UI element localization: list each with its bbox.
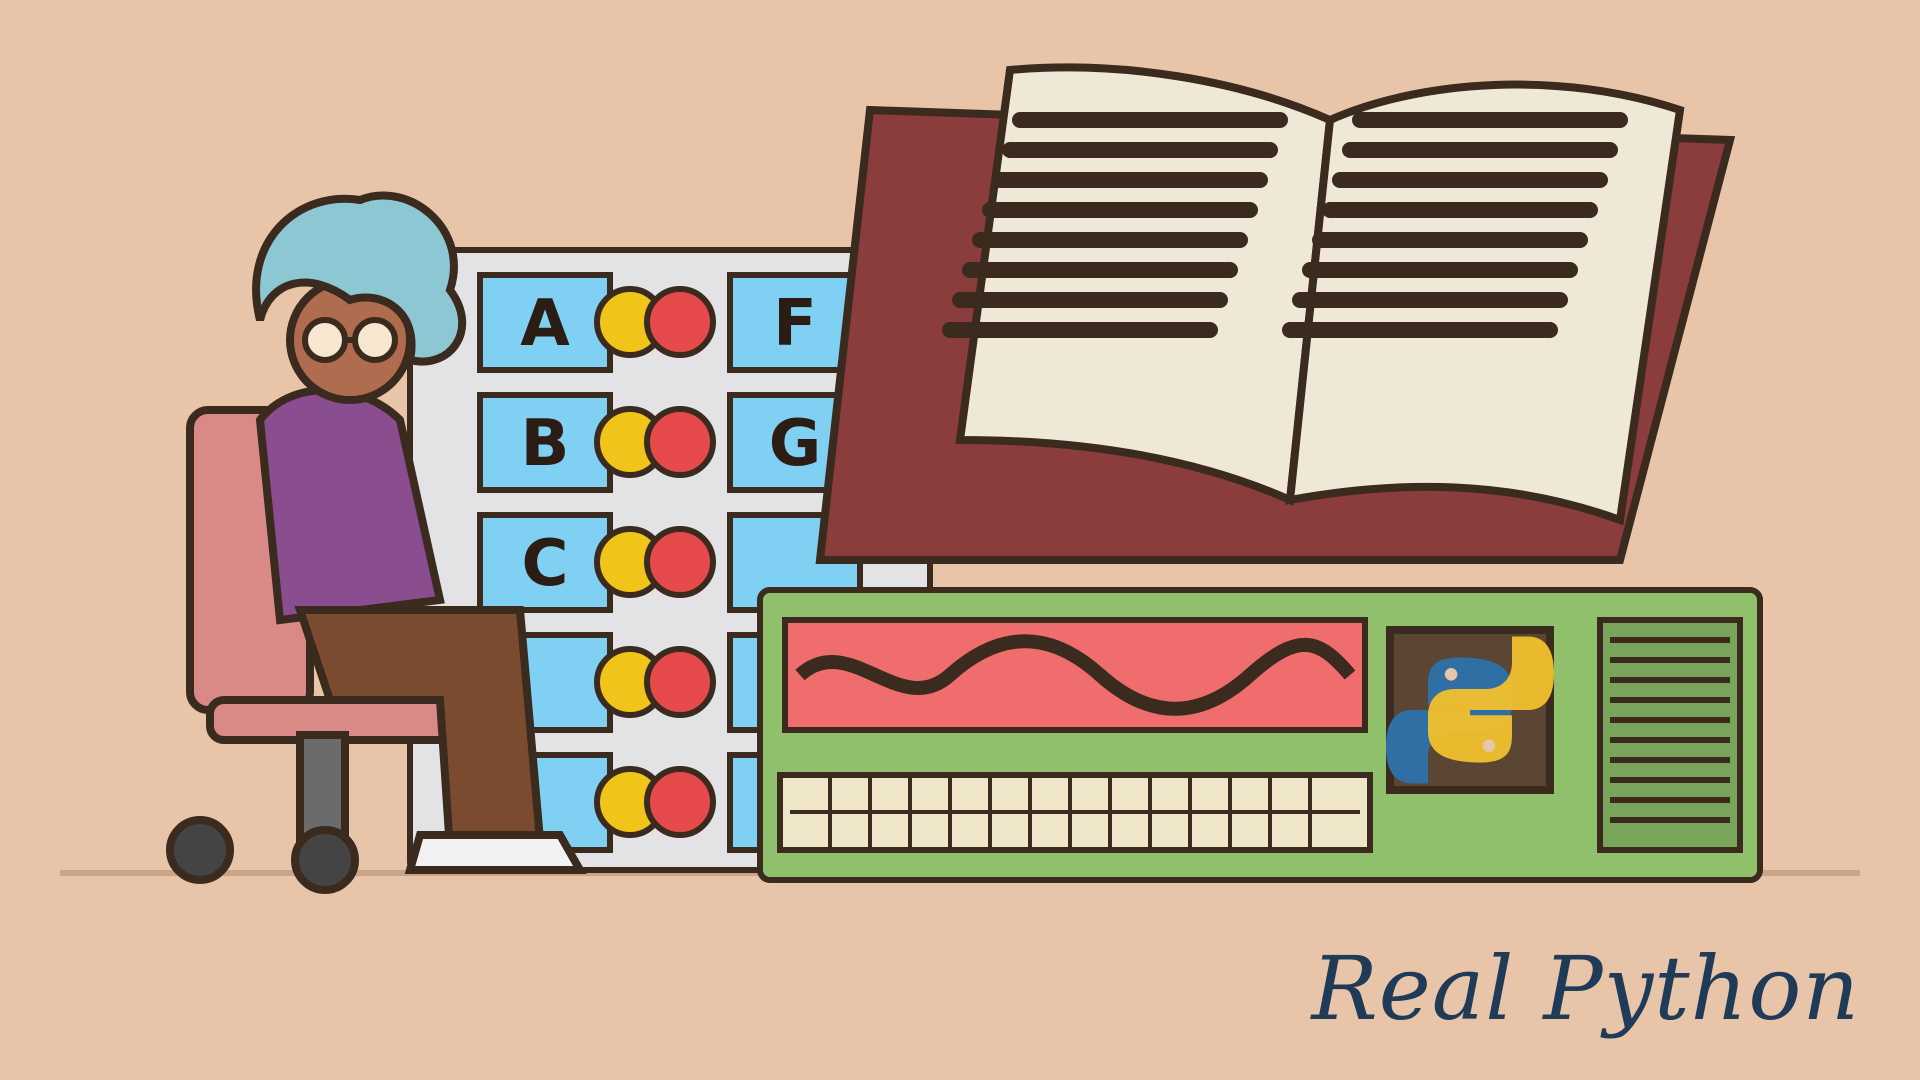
illustration: A B C F G <box>60 63 1860 894</box>
computer-machine <box>757 587 1763 883</box>
chair-wheel <box>166 816 234 884</box>
glasses-left <box>302 317 348 363</box>
cpu-chip <box>1386 626 1554 794</box>
glasses-right <box>352 317 398 363</box>
chair-wheel <box>291 826 359 894</box>
vent-grill <box>1597 617 1743 853</box>
keypad <box>777 772 1373 853</box>
drawer-letter-f: F <box>773 287 817 361</box>
shoes <box>404 831 587 874</box>
real-python-wordmark: Real Python <box>1311 937 1860 1040</box>
drawer-letter-g: G <box>769 407 822 481</box>
drawer-letter-b: B <box>521 407 570 481</box>
drawer-letter-a: A <box>520 287 570 361</box>
drawer-letter-c: C <box>522 527 569 601</box>
open-book <box>815 63 1736 564</box>
